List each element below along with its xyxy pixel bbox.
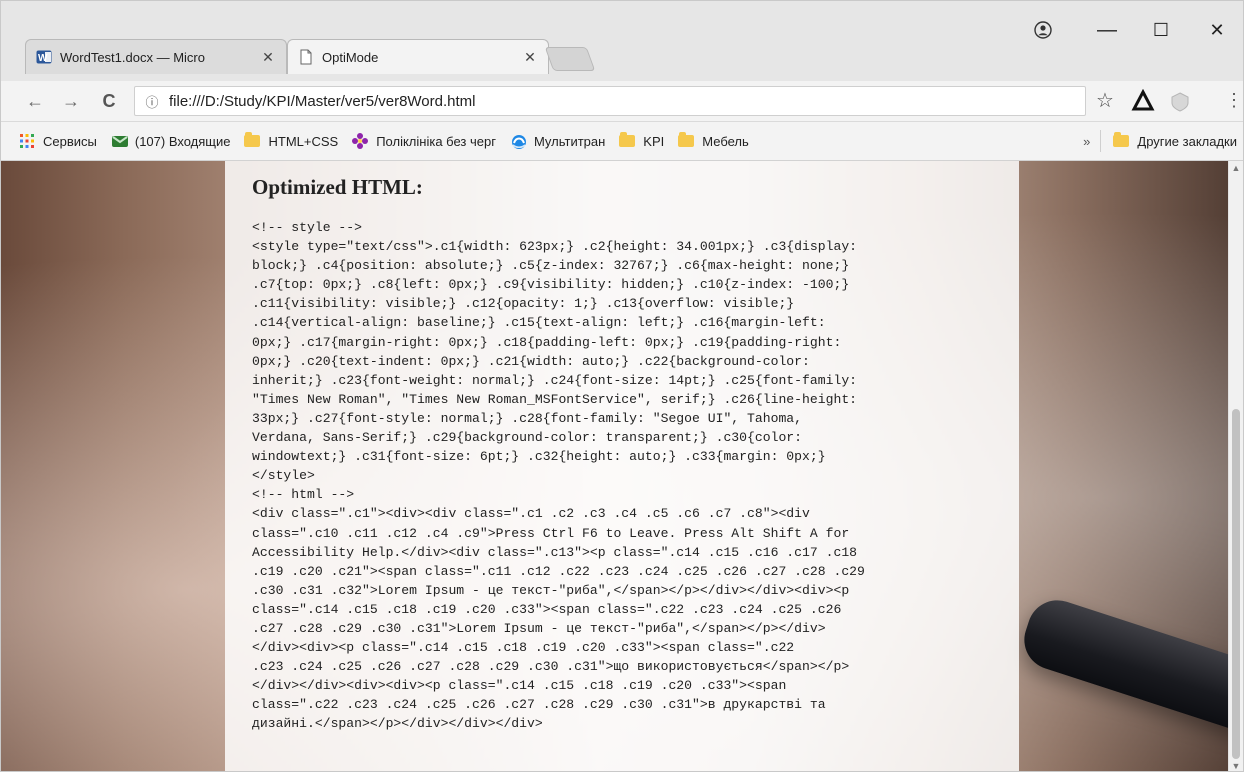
bookmark-label: Мебель [702,133,749,149]
bookmark-furniture[interactable]: Мебель [678,132,749,149]
bookmark-kpi[interactable]: KPI [619,132,665,149]
page-title: Optimized HTML: [252,175,423,199]
bookmark-label: KPI [643,133,665,149]
ie-icon [510,133,526,149]
bookmark-inbox[interactable]: (107) Входящие [111,133,231,149]
profile-icon[interactable] [1023,15,1063,45]
other-bookmarks-label: Другие закладки [1137,133,1237,149]
bookmark-star-icon[interactable]: ☆ [1096,88,1114,113]
apps-grid-icon [19,133,35,149]
bookmarks-overflow-button[interactable]: » [1083,134,1090,149]
tab-title: OptiMode [322,49,379,65]
reload-icon[interactable]: C [95,87,123,115]
bookmark-label: Мультитран [533,133,606,149]
flower-icon [352,133,369,149]
folder-icon [1113,132,1130,149]
content-panel: Optimized HTML: <!-- style --> <style ty… [225,161,1019,771]
word-doc-icon: W [36,49,52,65]
extension-shield-icon[interactable] [1169,91,1191,113]
page-icon [298,49,314,65]
extension-triangle-icon[interactable] [1131,88,1155,113]
bookmark-html-css[interactable]: HTML+CSS [244,132,339,149]
page-viewport: Optimized HTML: <!-- style --> <style ty… [1,161,1243,771]
tab-bar: W WordTest1.docx — Micro ✕ OptiMode ✕ — … [1,1,1243,81]
tab-close-icon[interactable]: ✕ [522,49,538,66]
tab-word[interactable]: W WordTest1.docx — Micro ✕ [25,39,287,74]
svg-text:W: W [38,53,48,64]
tab-optimode[interactable]: OptiMode ✕ [287,39,549,74]
address-bar[interactable]: ⓘ file:///D:/Study/KPI/Master/ver5/ver8W… [134,86,1086,116]
address-toolbar: ← → C ⓘ file:///D:/Study/KPI/Master/ver5… [1,81,1243,122]
bookmark-label: Сервисы [43,133,97,149]
other-bookmarks[interactable]: Другие закладки [1113,132,1237,149]
bookmark-clinic[interactable]: Поліклініка без черг [352,133,496,149]
bookmarks-divider [1100,130,1102,152]
tab-close-icon[interactable]: ✕ [260,49,276,66]
tab-title: WordTest1.docx — Micro [60,49,205,65]
forward-icon[interactable]: → [57,87,85,115]
back-icon[interactable]: ← [21,87,49,115]
bookmark-label: (107) Входящие [134,133,231,149]
scroll-up-icon[interactable]: ▲ [1229,161,1243,175]
overflow-chevrons: » [1083,133,1091,149]
vertical-scrollbar[interactable]: ▲ ▼ [1228,161,1243,771]
menu-icon[interactable]: ⋮ [1225,90,1243,111]
code-block: <!-- style --> <style type="text/css">.c… [252,220,865,732]
scrollbar-thumb[interactable] [1232,409,1240,759]
folder-icon [678,132,695,149]
browser-window: W WordTest1.docx — Micro ✕ OptiMode ✕ — … [0,0,1244,772]
close-button[interactable]: ✕ [1197,15,1237,45]
url-text[interactable]: file:///D:/Study/KPI/Master/ver5/ver8Wor… [169,93,476,110]
scroll-down-icon[interactable]: ▼ [1229,759,1243,771]
new-tab-button[interactable] [544,47,596,71]
folder-icon [619,132,636,149]
bookmarks-bar: Сервисы (107) Входящие HTML+CSS Поліклін… [1,122,1243,161]
mail-icon [111,133,128,149]
bookmark-multitran[interactable]: Мультитран [510,133,605,149]
bookmark-label: HTML+CSS [268,133,339,149]
maximize-button[interactable]: ☐ [1141,15,1181,45]
folder-icon [244,132,261,149]
bookmark-label: Поліклініка без черг [376,133,496,149]
info-icon[interactable]: ⓘ [141,92,163,111]
minimize-button[interactable]: — [1087,15,1127,45]
bookmark-services[interactable]: Сервисы [19,133,97,149]
